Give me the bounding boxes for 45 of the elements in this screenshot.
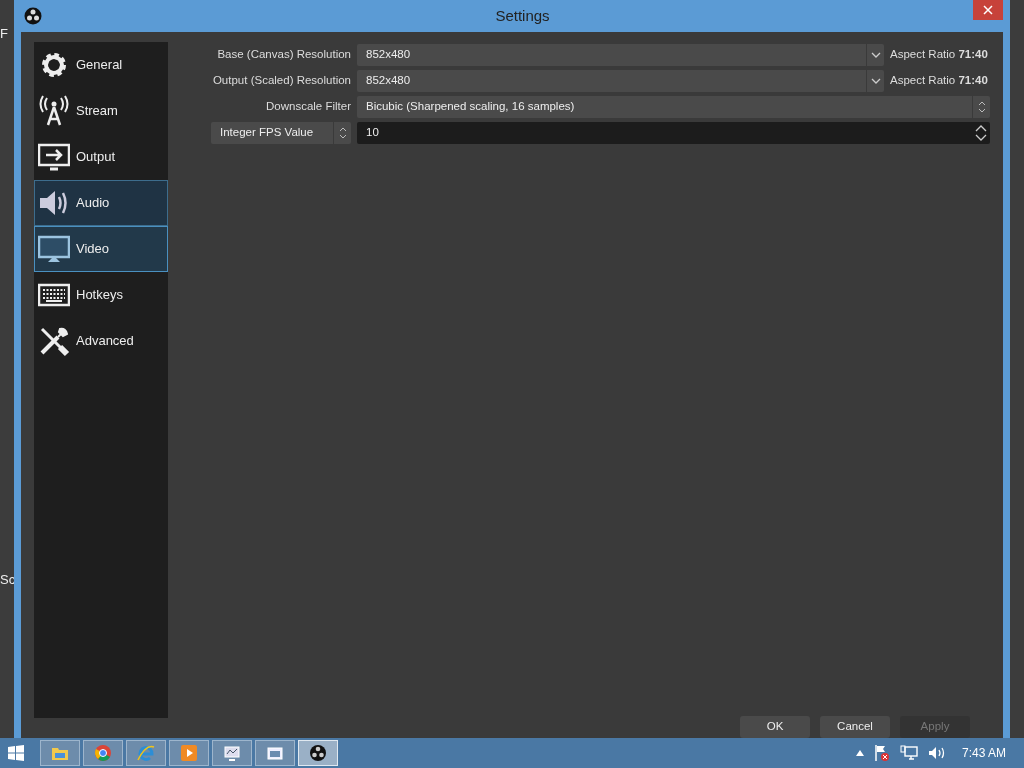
dialog-button: Apply bbox=[900, 716, 970, 738]
sidebar-item[interactable]: Output bbox=[34, 134, 168, 180]
aspect-ratio-text: Aspect Ratio 71:40 bbox=[890, 47, 989, 63]
play-icon bbox=[180, 744, 198, 762]
window-title: Settings bbox=[495, 6, 550, 24]
sidebar-item[interactable]: Video bbox=[34, 226, 168, 272]
sidebar-item[interactable]: General bbox=[34, 42, 168, 88]
start-icon[interactable] bbox=[8, 745, 24, 761]
sidebar-item[interactable]: Stream bbox=[34, 88, 168, 134]
clock[interactable]: 7:43 AM bbox=[961, 744, 1006, 762]
up-down-arrows-icon bbox=[977, 100, 986, 114]
resolution-dropdown[interactable]: 852x480 bbox=[357, 70, 884, 92]
fps-value-field[interactable]: 10 bbox=[357, 122, 990, 144]
antenna-icon bbox=[38, 95, 70, 127]
tools-icon bbox=[38, 325, 70, 357]
aspect-ratio-text: Aspect Ratio 71:40 bbox=[890, 73, 989, 89]
up-down-arrows-icon bbox=[338, 126, 347, 140]
spin-arrows-icon[interactable] bbox=[974, 123, 988, 143]
field-label: Downscale Filter bbox=[265, 99, 351, 115]
sidebar-item[interactable]: Hotkeys bbox=[34, 272, 168, 318]
app-logo-icon bbox=[24, 7, 42, 25]
filter-dropdown[interactable]: Bicubic (Sharpened scaling, 16 samples) bbox=[357, 96, 990, 118]
network-icon[interactable] bbox=[899, 745, 918, 761]
browser-e-icon bbox=[137, 744, 155, 762]
background-text: Sc bbox=[0, 572, 14, 588]
sidebar-item[interactable]: Audio bbox=[34, 180, 168, 226]
dialog-button[interactable]: Cancel bbox=[820, 716, 890, 738]
app-logo-icon bbox=[309, 744, 327, 762]
monitor-chart-icon bbox=[223, 744, 241, 762]
sidebar-item[interactable]: Advanced bbox=[34, 318, 168, 364]
caret-icon[interactable] bbox=[855, 750, 864, 756]
browser-icon bbox=[94, 744, 112, 762]
close-button[interactable] bbox=[973, 0, 1003, 20]
monitor-arrow-icon bbox=[38, 141, 70, 173]
field-label: Base (Canvas) Resolution bbox=[216, 47, 351, 63]
background-text: F bbox=[0, 26, 9, 42]
close-icon bbox=[983, 5, 993, 15]
resolution-combo-box[interactable]: 852x480 bbox=[357, 44, 884, 66]
monitor-icon bbox=[38, 233, 70, 265]
field-label: Output (Scaled) Resolution bbox=[211, 73, 351, 89]
fps-mode-dropdown[interactable]: Integer FPS Value bbox=[211, 122, 351, 144]
flag-icon[interactable] bbox=[873, 744, 890, 762]
dialog-button[interactable]: OK bbox=[740, 716, 810, 738]
speaker-icon[interactable] bbox=[927, 746, 946, 760]
window-icon bbox=[266, 744, 284, 762]
